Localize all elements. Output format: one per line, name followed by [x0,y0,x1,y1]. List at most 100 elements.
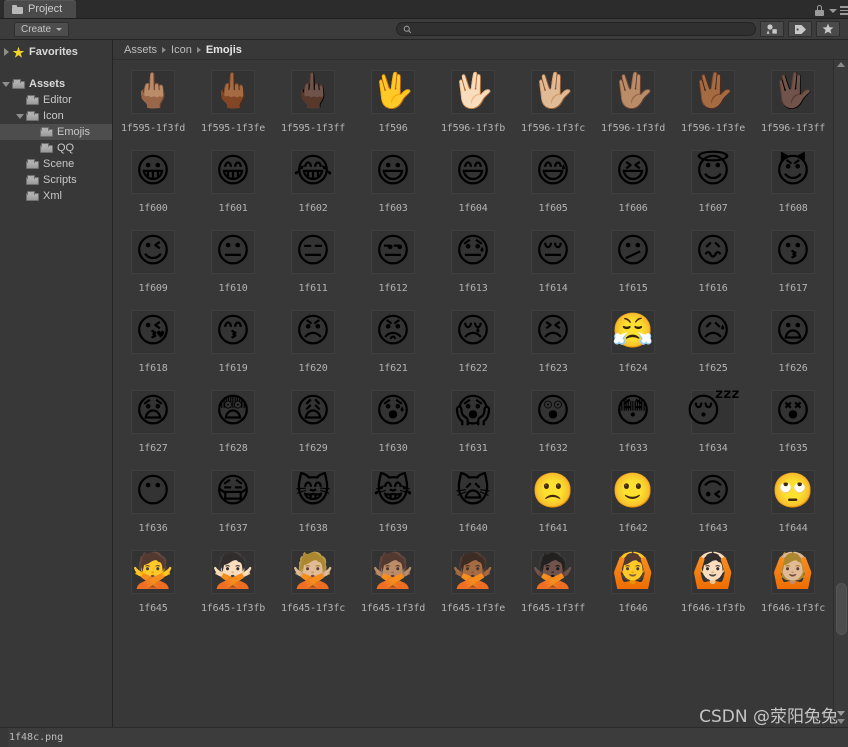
asset-item[interactable]: 🙁 1f641 [513,470,593,534]
asset-item[interactable]: 🙀 1f640 [433,470,513,534]
asset-item[interactable]: 😶 1f636 [113,470,193,534]
asset-item[interactable]: 😣 1f623 [513,310,593,374]
asset-item[interactable]: 😐 1f610 [193,230,273,294]
filter-by-type-button[interactable] [760,21,784,37]
asset-thumbnail[interactable]: 🖖🏼 [531,70,575,114]
asset-item[interactable]: 😸 1f638 [273,470,353,534]
asset-item[interactable]: 😥 1f625 [673,310,753,374]
sidebar-item-emojis[interactable]: Emojis [0,124,112,140]
search-box[interactable] [396,22,756,36]
asset-thumbnail[interactable]: 😉 [131,230,175,274]
asset-thumbnail[interactable]: 😖 [691,230,735,274]
asset-item[interactable]: 🖖🏽 1f596-1f3fd [593,70,673,134]
asset-item[interactable]: 😩 1f629 [273,390,353,454]
asset-item[interactable]: 🖖 1f596 [353,70,433,134]
asset-item[interactable]: 🖖🏻 1f596-1f3fb [433,70,513,134]
asset-item[interactable]: 😧 1f627 [113,390,193,454]
asset-thumbnail[interactable]: 🙅🏽 [371,550,415,594]
asset-thumbnail[interactable]: 😵 [771,390,815,434]
asset-item[interactable]: 🙅 1f645 [113,550,193,614]
asset-thumbnail[interactable]: 😄 [451,150,495,194]
asset-item[interactable]: 😘 1f618 [113,310,193,374]
asset-item[interactable]: 😴 1f634 [673,390,753,454]
asset-item[interactable]: 🙅🏾 1f645-1f3fe [433,550,513,614]
asset-thumbnail[interactable]: 😤 [611,310,655,354]
asset-thumbnail[interactable]: 🙅 [131,550,175,594]
asset-item[interactable]: 😅 1f605 [513,150,593,214]
asset-item[interactable]: 😱 1f631 [433,390,513,454]
asset-item[interactable]: 😒 1f612 [353,230,433,294]
asset-item[interactable]: 😳 1f633 [593,390,673,454]
sidebar-item-editor[interactable]: Editor [0,92,112,108]
asset-thumbnail[interactable]: 😱 [451,390,495,434]
asset-thumbnail[interactable]: 😧 [131,390,175,434]
asset-thumbnail[interactable]: 😐 [211,230,255,274]
asset-item[interactable]: 😄 1f604 [433,150,513,214]
asset-item[interactable]: 😁 1f601 [193,150,273,214]
asset-thumbnail[interactable]: 😅 [531,150,575,194]
asset-thumbnail[interactable]: 😴 [686,390,740,434]
tab-project[interactable]: Project [4,0,77,18]
asset-thumbnail[interactable]: 🙆🏼 [771,550,815,594]
asset-item[interactable]: 🖕🏿 1f595-1f3ff [273,70,353,134]
asset-item[interactable]: 😀 1f600 [113,150,193,214]
sidebar-item-xml[interactable]: Xml [0,188,112,204]
asset-thumbnail[interactable]: 😦 [771,310,815,354]
chevron-down-icon[interactable] [14,113,26,119]
asset-item[interactable]: 😈 1f608 [753,150,833,214]
asset-thumbnail[interactable]: 😃 [371,150,415,194]
asset-thumbnail[interactable]: 🙅🏻 [211,550,255,594]
asset-thumbnail[interactable]: 🙃 [691,470,735,514]
asset-thumbnail[interactable]: 🖕🏾 [211,70,255,114]
breadcrumb-crumb[interactable]: Emojis [206,44,242,56]
asset-thumbnail[interactable]: 😸 [291,470,335,514]
asset-item[interactable]: 😰 1f630 [353,390,433,454]
asset-thumbnail[interactable]: 🖖🏽 [611,70,655,114]
asset-item[interactable]: 😃 1f603 [353,150,433,214]
asset-thumbnail[interactable]: 😗 [771,230,815,274]
asset-item[interactable]: 🖕🏽 1f595-1f3fd [113,70,193,134]
sidebar-item-qq[interactable]: QQ [0,140,112,156]
asset-thumbnail[interactable]: 😒 [371,230,415,274]
breadcrumb-crumb[interactable]: Icon [171,44,192,56]
asset-thumbnail[interactable]: 😨 [211,390,255,434]
filter-by-label-button[interactable] [788,21,812,37]
asset-thumbnail[interactable]: 😔 [531,230,575,274]
asset-thumbnail[interactable]: 🙅🏼 [291,550,335,594]
asset-item[interactable]: 😖 1f616 [673,230,753,294]
asset-thumbnail[interactable]: 🖖🏾 [691,70,735,114]
asset-item[interactable]: 🖕🏾 1f595-1f3fe [193,70,273,134]
asset-item[interactable]: 😙 1f619 [193,310,273,374]
asset-thumbnail[interactable]: 😁 [211,150,255,194]
asset-thumbnail[interactable]: 🙄 [771,470,815,514]
filter-favorites-button[interactable] [816,21,840,37]
asset-item[interactable]: 🙃 1f643 [673,470,753,534]
sidebar-item-scene[interactable]: Scene [0,156,112,172]
asset-thumbnail[interactable]: 😡 [371,310,415,354]
asset-thumbnail[interactable]: 🙁 [531,470,575,514]
asset-item[interactable]: 🙆 1f646 [593,550,673,614]
asset-item[interactable]: 😕 1f615 [593,230,673,294]
asset-thumbnail[interactable]: 😂 [291,150,335,194]
window-resize-grip[interactable] [837,711,846,733]
asset-thumbnail[interactable]: 😇 [691,150,735,194]
asset-thumbnail[interactable]: 🙂 [611,470,655,514]
asset-item[interactable]: 🙅🏿 1f645-1f3ff [513,550,593,614]
asset-item[interactable]: 😷 1f637 [193,470,273,534]
asset-item[interactable]: 😨 1f628 [193,390,273,454]
lock-icon[interactable] [815,5,824,16]
asset-item[interactable]: 😆 1f606 [593,150,673,214]
asset-item[interactable]: 🖖🏿 1f596-1f3ff [753,70,833,134]
asset-thumbnail[interactable]: 😠 [291,310,335,354]
asset-thumbnail[interactable]: 😹 [371,470,415,514]
asset-item[interactable]: 🙄 1f644 [753,470,833,534]
asset-item[interactable]: 😲 1f632 [513,390,593,454]
asset-thumbnail[interactable]: 😰 [371,390,415,434]
asset-thumbnail[interactable]: 😕 [611,230,655,274]
asset-thumbnail[interactable]: 😩 [291,390,335,434]
asset-item[interactable]: 🙂 1f642 [593,470,673,534]
asset-item[interactable]: 😵 1f635 [753,390,833,454]
asset-thumbnail[interactable]: 😷 [211,470,255,514]
triangle-up-icon[interactable] [837,62,845,67]
asset-thumbnail[interactable]: 😥 [691,310,735,354]
